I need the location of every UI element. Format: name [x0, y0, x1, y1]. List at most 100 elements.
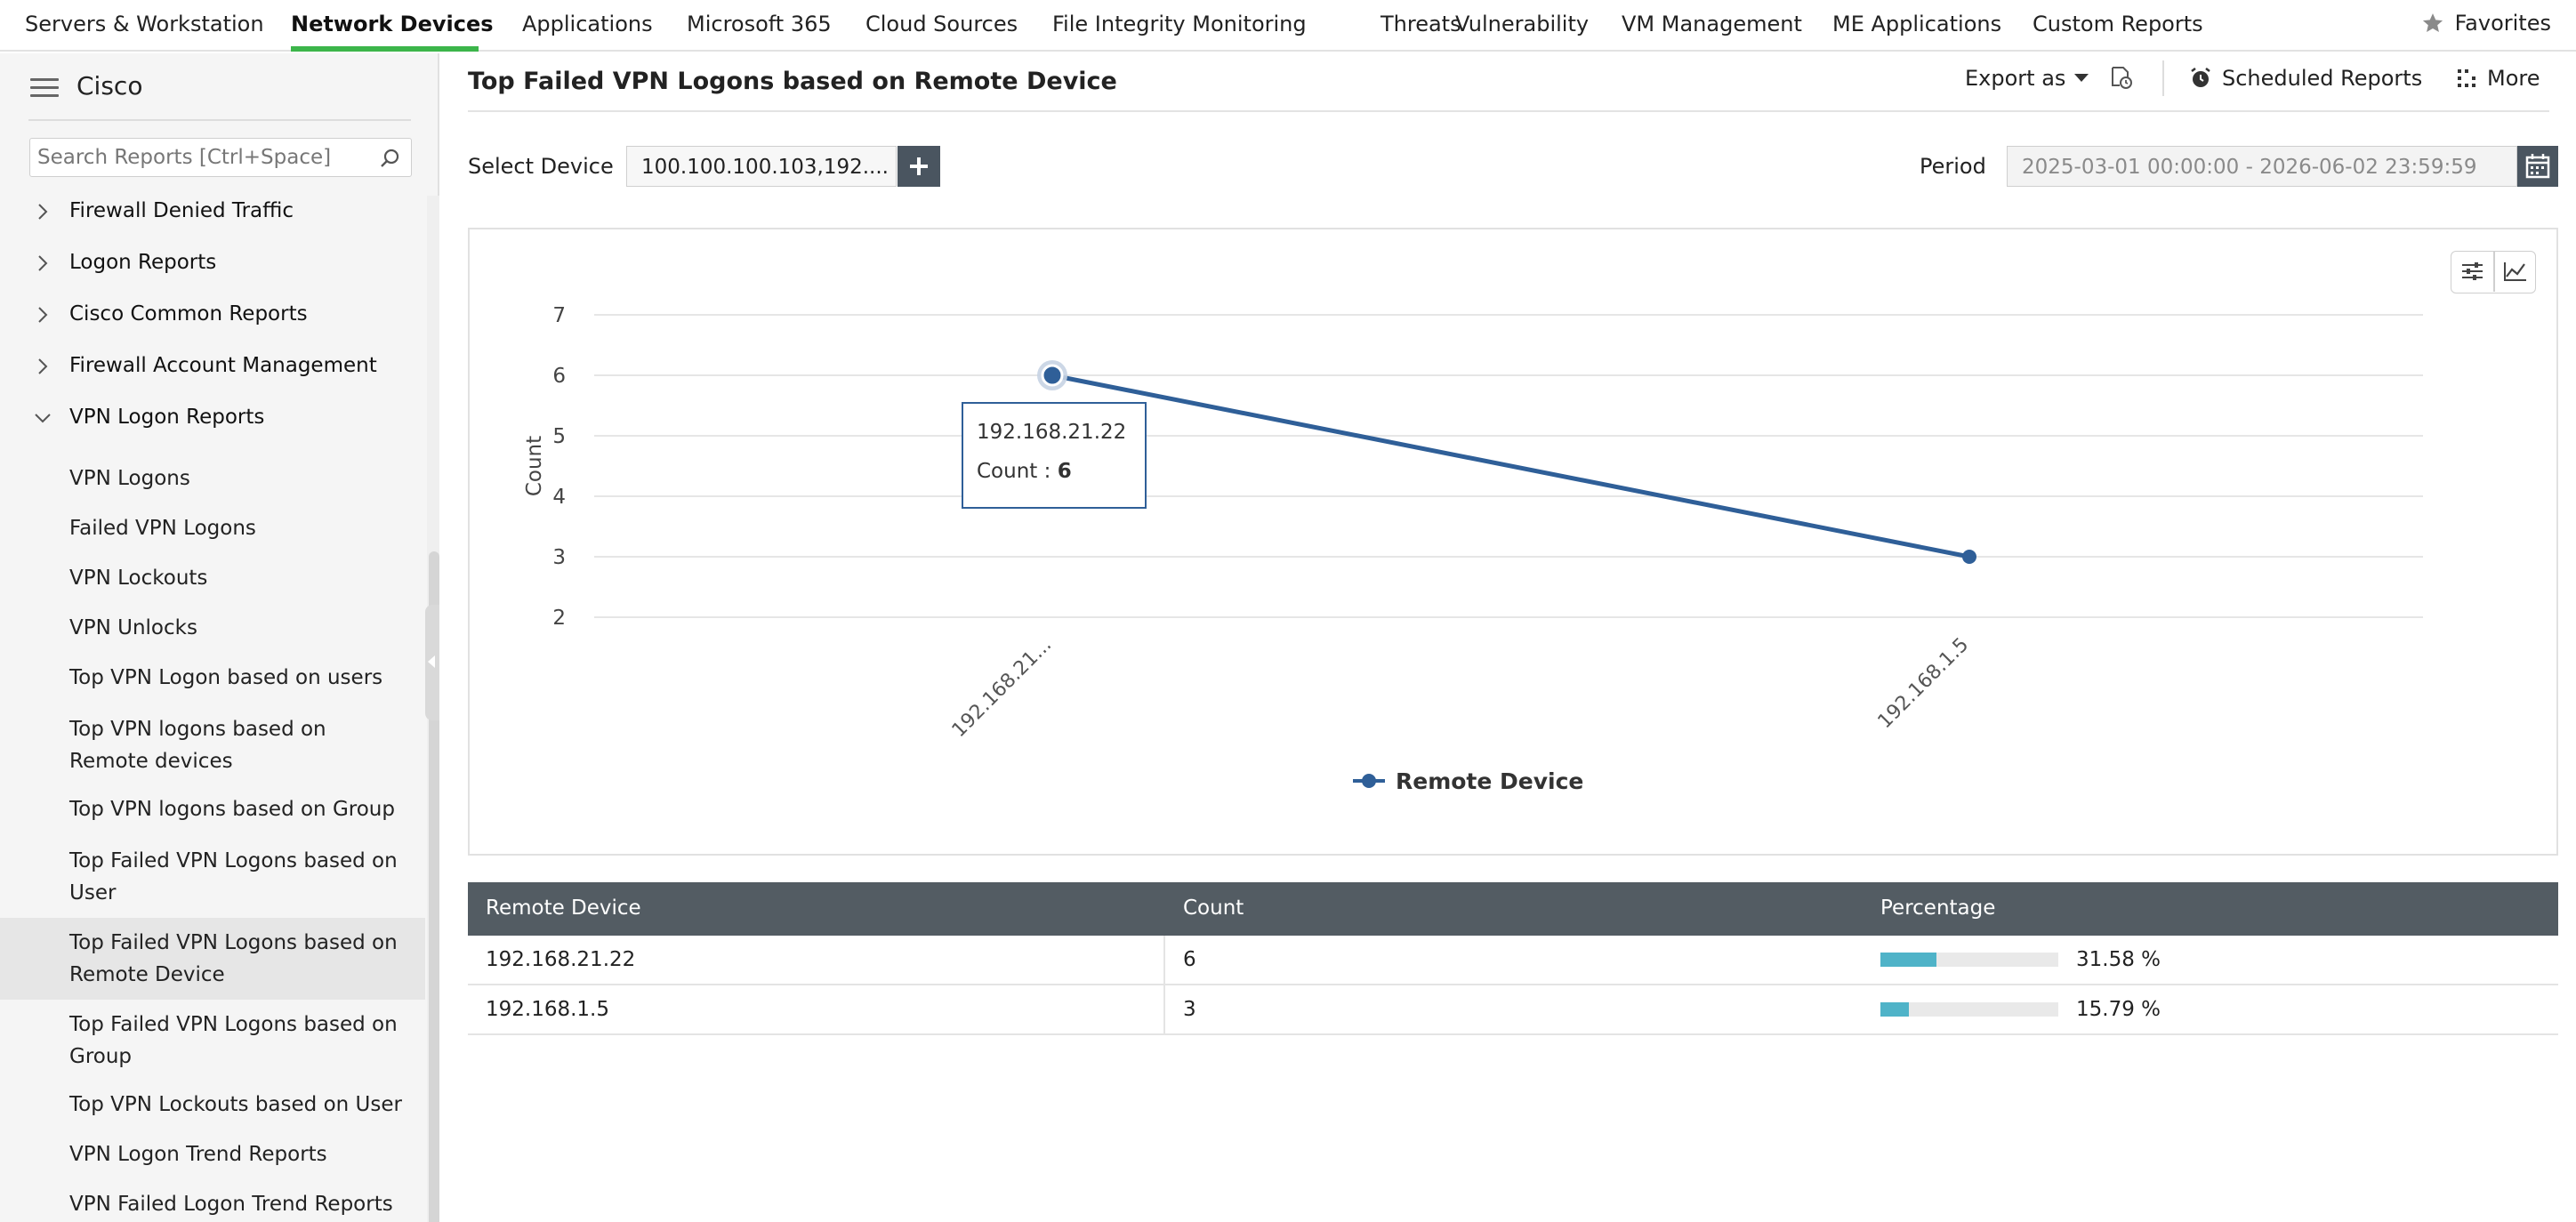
sidebar-item-top-failed-vpn-logons-user[interactable]: Top Failed VPN Logons based on User — [0, 836, 425, 918]
y-tick-label: 3 — [552, 546, 566, 569]
chevron-down-icon — [35, 414, 51, 423]
main-content: Top Failed VPN Logons based on Remote De… — [441, 53, 2576, 1222]
tab-network-devices[interactable]: Network Devices — [291, 12, 494, 36]
line-chart: 2 3 4 5 6 7 Count 192.168.21... 192.168.1.5 192.1… — [523, 304, 2423, 794]
cell-count: 3 — [1183, 998, 1196, 1021]
sidebar-item-top-vpn-lockouts-user[interactable]: Top VPN Lockouts based on User — [0, 1081, 425, 1131]
period-label: Period — [1920, 154, 1986, 179]
sidebar-collapse-handle[interactable] — [425, 605, 439, 720]
sidebar-item-label: Top VPN Logon based on users — [69, 666, 383, 689]
sidebar-group-vpn-logon-reports[interactable]: VPN Logon Reports — [0, 393, 427, 443]
sidebar-item-vpn-logons[interactable]: VPN Logons — [0, 455, 425, 505]
chart-type-button[interactable] — [2494, 252, 2536, 292]
tab-servers-workstation[interactable]: Servers & Workstation — [25, 12, 264, 36]
sidebar-item-top-vpn-logon-users[interactable]: Top VPN Logon based on users — [0, 655, 425, 704]
search-icon[interactable] — [379, 148, 400, 169]
cell-percentage: 31.58 % — [2076, 948, 2161, 971]
sidebar-group-logon-reports[interactable]: Logon Reports — [0, 238, 427, 288]
sidebar-item-label: VPN Logons — [69, 467, 190, 490]
sidebar-item-vpn-lockouts[interactable]: VPN Lockouts — [0, 555, 425, 605]
sidebar-item-vpn-logon-trend-reports[interactable]: VPN Logon Trend Reports — [0, 1131, 425, 1181]
schedule-export-icon[interactable] — [2107, 64, 2134, 91]
period-field[interactable]: 2025-03-01 00:00:00 - 2026-06-02 23:59:5… — [2007, 146, 2517, 187]
export-as-label: Export as — [1965, 66, 2066, 91]
cell-remote-device: 192.168.21.22 — [486, 948, 636, 971]
legend-marker — [1362, 774, 1376, 788]
more-label: More — [2487, 66, 2540, 91]
cell-count: 6 — [1183, 948, 1196, 971]
tab-me-applications[interactable]: ME Applications — [1832, 12, 2001, 36]
percentage-bar — [1880, 953, 2058, 967]
data-point — [1962, 550, 1976, 564]
chevron-right-icon — [38, 255, 48, 271]
sidebar-item-label: Failed VPN Logons — [69, 517, 256, 540]
tab-threats[interactable]: Threats — [1381, 12, 1461, 36]
sidebar-item-label: Top Failed VPN Logons based on User — [69, 849, 398, 904]
favorites-button[interactable]: Favorites — [2421, 11, 2551, 36]
active-tab-indicator — [291, 46, 479, 52]
table-row[interactable]: 192.168.21.22 6 31.58 % — [468, 936, 2558, 985]
more-grid-icon — [2458, 69, 2475, 87]
tab-vulnerability[interactable]: Vulnerability — [1455, 12, 1589, 36]
collapse-arrow-icon — [428, 655, 435, 668]
calendar-button[interactable] — [2517, 146, 2558, 187]
series-line — [1051, 373, 1970, 559]
column-header-count[interactable]: Count — [1183, 896, 1244, 920]
tab-applications[interactable]: Applications — [522, 12, 653, 36]
y-tick-label: 6 — [552, 365, 566, 388]
device-select-field[interactable]: 100.100.100.103,192.... — [626, 146, 897, 187]
scheduled-reports-button[interactable]: Scheduled Reports — [2188, 66, 2422, 91]
scheduled-reports-label: Scheduled Reports — [2222, 66, 2423, 91]
caret-down-icon — [2074, 74, 2089, 82]
menu-icon[interactable] — [30, 78, 59, 98]
tooltip-box — [962, 402, 1147, 509]
sidebar-item-top-failed-vpn-logons-remote-device[interactable]: Top Failed VPN Logons based on Remote De… — [0, 918, 425, 1000]
sidebar-group-label: Logon Reports — [69, 251, 217, 274]
chart-panel: 2 3 4 5 6 7 Count 192.168.21... 192.168.1.5 192.1… — [468, 228, 2558, 856]
y-tick-label: 2 — [552, 607, 566, 630]
sidebar-item-failed-vpn-logons[interactable]: Failed VPN Logons — [0, 505, 425, 555]
sidebar-item-label: Top VPN Lockouts based on User — [69, 1093, 402, 1116]
y-tick-label: 4 — [552, 486, 566, 509]
title-divider — [468, 110, 2549, 112]
tab-vm-management[interactable]: VM Management — [1622, 12, 1802, 36]
sidebar-item-top-vpn-logons-group[interactable]: Top VPN logons based on Group — [0, 786, 425, 836]
sidebar-item-label: Top Failed VPN Logons based on Remote De… — [69, 931, 398, 986]
column-header-percentage[interactable]: Percentage — [1880, 896, 1995, 920]
tab-custom-reports[interactable]: Custom Reports — [2033, 12, 2203, 36]
add-device-button[interactable] — [898, 146, 940, 187]
column-header-remote-device[interactable]: Remote Device — [486, 896, 641, 920]
chart-settings-button[interactable] — [2451, 252, 2493, 292]
search-reports-box — [29, 138, 412, 177]
cell-remote-device: 192.168.1.5 — [486, 998, 609, 1021]
sidebar-item-vpn-unlocks[interactable]: VPN Unlocks — [0, 605, 425, 655]
chevron-right-icon — [38, 358, 48, 374]
sidebar-group-firewall-denied-traffic[interactable]: Firewall Denied Traffic — [0, 187, 427, 237]
y-axis-label: Count — [523, 436, 546, 496]
sidebar-item-vpn-failed-logon-trend-reports[interactable]: VPN Failed Logon Trend Reports — [0, 1181, 425, 1222]
table-row[interactable]: 192.168.1.5 3 15.79 % — [468, 985, 2558, 1035]
sidebar-item-top-failed-vpn-logons-group[interactable]: Top Failed VPN Logons based on Group — [0, 1000, 425, 1081]
more-button[interactable]: More — [2455, 66, 2540, 91]
y-tick-label: 7 — [552, 304, 566, 327]
sidebar-group-label: Firewall Denied Traffic — [69, 199, 294, 222]
export-as-button[interactable]: Export as — [1965, 66, 2089, 91]
sidebar-group-label: VPN Logon Reports — [69, 406, 265, 429]
alarm-clock-icon — [2191, 68, 2210, 87]
tab-microsoft-365[interactable]: Microsoft 365 — [687, 12, 832, 36]
tab-file-integrity-monitoring[interactable]: File Integrity Monitoring — [1052, 12, 1307, 36]
tab-cloud-sources[interactable]: Cloud Sources — [865, 12, 1018, 36]
tooltip-title: 192.168.21.22 — [977, 421, 1126, 444]
sidebar-group-firewall-account-management[interactable]: Firewall Account Management — [0, 342, 427, 391]
chart-tools — [2451, 251, 2536, 293]
search-reports-input[interactable] — [37, 144, 366, 171]
favorites-label: Favorites — [2454, 11, 2551, 36]
sidebar-item-label: Top Failed VPN Logons based on Group — [69, 1013, 398, 1068]
x-tick-label: 192.168.21... — [948, 634, 1057, 743]
sidebar-group-cisco-common-reports[interactable]: Cisco Common Reports — [0, 290, 427, 340]
toolbar-separator — [2162, 60, 2164, 96]
sidebar-group-label: Firewall Account Management — [69, 354, 377, 377]
y-tick-label: 5 — [552, 425, 566, 448]
sidebar-item-top-vpn-logons-remote-devices[interactable]: Top VPN logons based on Remote devices — [0, 704, 425, 786]
tooltip-count: 6 — [1058, 460, 1072, 483]
